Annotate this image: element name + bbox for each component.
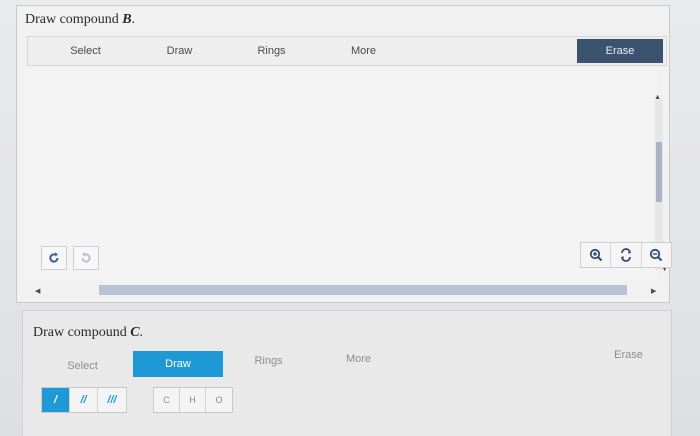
single-bond-button[interactable]: / [42, 388, 70, 412]
undo-button[interactable] [41, 246, 67, 270]
rings-button[interactable]: Rings [244, 37, 299, 65]
scroll-left-icon[interactable]: ◀ [35, 287, 40, 295]
compound-c-panel: Draw compound C. Select Draw Rings More … [22, 310, 672, 436]
zoom-controls [580, 242, 672, 268]
atom-carbon-button[interactable]: C [154, 388, 180, 412]
erase-button[interactable]: Erase [601, 342, 656, 368]
title-text: Draw compound [33, 325, 131, 340]
zoom-in-icon [589, 248, 602, 262]
compound-b-title: Draw compound B. [25, 12, 135, 28]
erase-button[interactable]: Erase [577, 39, 663, 63]
compound-c-toolbar: Select Draw Rings More Erase [27, 348, 667, 379]
atom-selector: C H O [153, 387, 233, 413]
zoom-reset-button[interactable] [611, 243, 642, 267]
compound-b-panel: Draw compound B. Select Draw Rings More … [16, 5, 672, 303]
compound-c-title: Draw compound C. [33, 325, 143, 341]
horizontal-scrollbar[interactable] [99, 285, 627, 295]
redo-button[interactable] [73, 246, 99, 270]
atom-oxygen-button[interactable]: O [206, 388, 232, 412]
rings-button[interactable]: Rings [241, 348, 296, 374]
title-period: . [131, 12, 136, 27]
bond-selector: / // /// [41, 387, 127, 413]
zoom-reset-icon [620, 248, 631, 262]
draw-button[interactable]: Draw [133, 351, 223, 377]
more-button[interactable]: More [336, 37, 391, 65]
zoom-in-button[interactable] [581, 243, 612, 267]
title-period: . [139, 325, 144, 340]
drawing-canvas[interactable] [27, 68, 657, 280]
draw-button[interactable]: Draw [152, 37, 207, 65]
title-variable: C [130, 325, 140, 340]
select-button[interactable]: Select [55, 353, 110, 379]
redo-icon [81, 252, 91, 263]
compound-b-toolbar: Select Draw Rings More Erase [27, 36, 667, 66]
atom-hydrogen-button[interactable]: H [180, 388, 206, 412]
undo-icon [49, 252, 59, 263]
triple-bond-button[interactable]: /// [98, 388, 126, 412]
title-text: Draw compound [25, 12, 123, 27]
zoom-out-button[interactable] [642, 243, 671, 267]
vertical-scroll-thumb[interactable] [656, 142, 662, 202]
select-button[interactable]: Select [58, 37, 113, 65]
page: Draw compound B. Select Draw Rings More … [0, 0, 700, 436]
double-bond-button[interactable]: // [70, 388, 98, 412]
title-variable: B [122, 12, 132, 27]
zoom-out-icon [650, 248, 663, 262]
more-button[interactable]: More [331, 346, 386, 372]
scroll-right-icon[interactable]: ▶ [651, 287, 656, 295]
